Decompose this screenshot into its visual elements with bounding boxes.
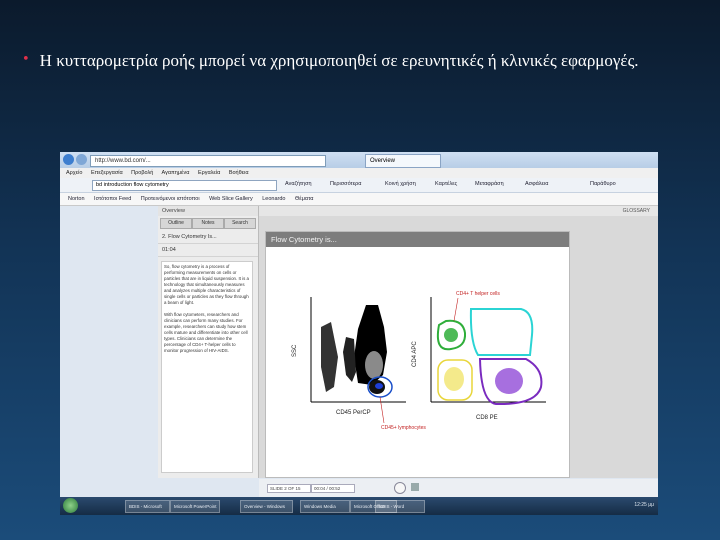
toolbar-item[interactable]: Παράθυρο	[590, 181, 616, 187]
cd4-helper-label: CD4+ T helper cells	[456, 291, 500, 297]
slide-canvas: Flow Cytometry is... SSC CD45 PerCP CD45…	[265, 231, 570, 478]
toolbar-item[interactable]: Περισσότερα	[330, 181, 361, 187]
back-icon[interactable]	[63, 154, 74, 165]
cd45-axis-label: CD45 PerCP	[336, 410, 371, 416]
lymphocytes-label: CD45+ lymphocytes	[381, 425, 426, 431]
notes-paragraph: With flow cytometers, researchers and cl…	[164, 312, 248, 353]
favorite-link[interactable]: Leonardo	[262, 196, 285, 202]
plot-cd4-cd8: CD4 APC CD8 PE CD4+ T helper cells	[412, 291, 546, 421]
menu-item[interactable]: Προβολή	[131, 170, 153, 176]
bullet-item: • Η κυτταρομετρία ροής μπορεί να χρησιμο…	[22, 50, 702, 71]
slide-title: Flow Cytometry is...	[266, 232, 569, 247]
bullet-marker: •	[22, 52, 30, 67]
toolbar-item[interactable]: Κοινή χρήση	[385, 181, 416, 187]
volume-icon[interactable]	[411, 483, 419, 491]
system-clock: 12:25 μμ	[634, 502, 654, 508]
menu-item[interactable]: Επεξεργασία	[91, 170, 123, 176]
url-field[interactable]: http://www.bd.com/...	[90, 155, 326, 167]
panel-tabs: Outline Notes Search	[160, 218, 256, 229]
favorites-bar: Norton Ιστότοποι Feed Προτεινόμενοι ιστό…	[60, 193, 658, 206]
tab-notes[interactable]: Notes	[192, 218, 224, 229]
favorite-link[interactable]: Προτεινόμενοι ιστότοποι	[141, 196, 200, 202]
taskbar-item[interactable]: Windows Media	[300, 500, 350, 513]
forward-icon[interactable]	[76, 154, 87, 165]
outline-current-item[interactable]: 2. Flow Cytometry Is...	[158, 231, 258, 244]
tab-outline[interactable]: Outline	[160, 218, 192, 229]
playback-controls: SLIDE 2 OF 15 00:04 / 00:52	[259, 479, 658, 497]
favorite-link[interactable]: Ιστότοποι Feed	[94, 196, 131, 202]
menu-item[interactable]: Εργαλεία	[198, 170, 220, 176]
panel-title: Overview	[158, 206, 258, 216]
toolbar-item[interactable]: Καρτέλες	[435, 181, 457, 187]
toolbar-item[interactable]: Αναζήτηση	[285, 181, 312, 187]
slide-viewer: GLOSSARY Flow Cytometry is... SSC CD45 P…	[259, 206, 658, 478]
plot-ssc-cd45: SSC CD45 PerCP CD45+ lymphocytes	[292, 297, 426, 431]
embedded-screenshot: http://www.bd.com/... Overview Αρχείο Επ…	[60, 152, 658, 515]
toolbar-item[interactable]: Μεταφράση	[475, 181, 504, 187]
taskbar-item[interactable]: BDIS - Word	[375, 500, 425, 513]
slide-counter: SLIDE 2 OF 15	[267, 484, 311, 493]
favorite-link[interactable]: Θέματα	[295, 196, 313, 202]
menu-bar: Αρχείο Επεξεργασία Προβολή Αγαπημένα Εργ…	[60, 168, 658, 178]
start-button-icon[interactable]	[63, 498, 78, 513]
address-bar: http://www.bd.com/... Overview	[60, 152, 658, 168]
viewer-header	[259, 206, 658, 216]
course-outline-panel: Overview Outline Notes Search 2. Flow Cy…	[158, 206, 259, 478]
browser-tab[interactable]: Overview	[365, 154, 441, 168]
search-toolbar: bd introduction flow cytometry Αναζήτηση…	[60, 178, 658, 193]
taskbar-item[interactable]: BDIS - Microsoft	[125, 500, 170, 513]
menu-item[interactable]: Βοήθεια	[229, 170, 249, 176]
notes-paragraph: So, flow cytometry is a process of perfo…	[164, 264, 249, 305]
flow-cytometry-figure: SSC CD45 PerCP CD45+ lymphocytes CD4 APC	[292, 291, 546, 431]
ssc-axis-label: SSC	[292, 344, 298, 357]
search-input[interactable]: bd introduction flow cytometry	[92, 180, 277, 191]
play-icon[interactable]	[394, 482, 406, 494]
notes-text: So, flow cytometry is a process of perfo…	[161, 261, 253, 473]
tab-search[interactable]: Search	[224, 218, 256, 229]
cd8-axis-label: CD8 PE	[476, 415, 498, 421]
favorite-link[interactable]: Web Slice Gallery	[209, 196, 253, 202]
slide-time-label: 01:04	[158, 244, 258, 257]
slide-time: 00:04 / 00:52	[311, 484, 355, 493]
taskbar-item[interactable]: Overview - Windows	[240, 500, 293, 513]
bullet-text: Η κυτταρομετρία ροής μπορεί να χρησιμοπο…	[39, 51, 639, 70]
windows-taskbar: BDIS - Microsoft Microsoft PowerPoint Ov…	[60, 497, 658, 515]
menu-item[interactable]: Αρχείο	[66, 170, 82, 176]
favorite-link[interactable]: Norton	[68, 196, 85, 202]
cd4-apc-axis-label: CD4 APC	[412, 341, 418, 367]
taskbar-item[interactable]: Microsoft PowerPoint	[170, 500, 220, 513]
glossary-link[interactable]: GLOSSARY	[623, 206, 650, 216]
menu-item[interactable]: Αγαπημένα	[162, 170, 190, 176]
toolbar-item[interactable]: Ασφάλεια	[525, 181, 548, 187]
